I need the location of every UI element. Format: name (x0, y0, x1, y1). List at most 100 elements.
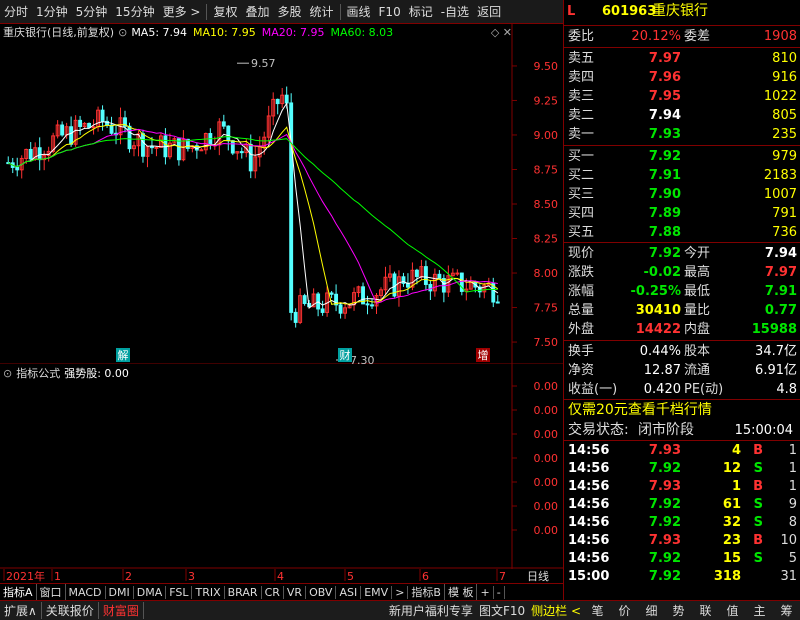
candle-body (69, 126, 74, 145)
indicator-tab[interactable]: 窗口 (37, 584, 66, 600)
bid-label: 买一 (568, 149, 595, 164)
ask-label: 卖五 (568, 51, 595, 66)
bid-price: 7.92 (648, 149, 681, 164)
indicator-tab[interactable]: 指标A (0, 584, 37, 600)
indicator-tab[interactable]: 模 板 (445, 584, 478, 600)
settings-icon[interactable]: ◇ ✕ (491, 26, 512, 39)
status-right-tab[interactable]: 笔 (584, 602, 611, 619)
stat-row: 总量 30410 量比 0.77 (564, 301, 800, 320)
indicator-tab[interactable]: CR (262, 585, 284, 599)
status-right-tab[interactable]: 势 (665, 602, 692, 619)
tick-side: B (753, 443, 763, 458)
status-middle-item[interactable]: 图文F10 (476, 602, 528, 619)
status-left-item[interactable]: 扩展∧ (0, 602, 42, 619)
bid-price: 7.91 (648, 168, 681, 183)
candle-body (320, 308, 325, 313)
candle-body (91, 126, 96, 129)
candle-body (150, 146, 154, 149)
indicator-tab[interactable]: ASI (336, 585, 362, 599)
indicator-tab[interactable]: FSL (166, 585, 193, 599)
x-tick-label: 4 (277, 570, 284, 583)
status-left-item[interactable]: 财富圈 (99, 602, 144, 619)
tick-volume: 32 (722, 515, 741, 530)
tick-price: 7.92 (648, 551, 681, 566)
stat-label: 换手 (568, 344, 595, 359)
bid-label: 买三 (568, 187, 595, 202)
stat-label: 股本 (684, 344, 711, 359)
status-right-tab[interactable]: 值 (719, 602, 746, 619)
toolbar-item[interactable]: 返回 (473, 3, 505, 20)
divider (564, 242, 800, 243)
stat-label: 流通 (684, 363, 711, 378)
weicha-label: 委差 (684, 29, 711, 44)
toolbar-item[interactable]: 统计 (306, 3, 338, 20)
status-middle-item[interactable]: 新用户福利专享 (386, 602, 476, 619)
status-right-tab[interactable]: 筹 (773, 602, 800, 619)
status-right-tab[interactable]: 细 (638, 602, 665, 619)
indicator-tab[interactable]: + (477, 585, 494, 599)
candle-body (199, 149, 204, 152)
stat-value: 7.94 (764, 246, 797, 261)
bid-price: 7.88 (648, 225, 681, 240)
toolbar-item[interactable]: 15分钟 (111, 3, 158, 20)
stat-row: 净资 12.87 流通 6.91亿 (564, 361, 800, 380)
indicator-tab[interactable]: VR (284, 585, 307, 599)
trade-time: 15:00:04 (734, 423, 793, 438)
stock-name: 重庆银行 (652, 3, 708, 19)
bid-volume: 1007 (763, 187, 797, 202)
indicator-tab[interactable]: BRAR (225, 585, 262, 599)
status-right-tab[interactable]: 价 (611, 602, 638, 619)
y-tick-label: 8.25 (534, 233, 559, 246)
toolbar-separator (339, 3, 341, 20)
y-tick-label: 0.00 (534, 380, 559, 393)
indicator-tab[interactable]: - (494, 585, 505, 599)
candle-body (87, 122, 92, 128)
ma10-label: MA10: 7.95 (193, 25, 256, 39)
tick-side: S (753, 551, 763, 566)
tick-count: 10 (780, 533, 797, 548)
indicator-menu-icon[interactable]: ⊙ (3, 367, 12, 380)
indicator-tab[interactable]: EMV (361, 585, 393, 599)
bid-row: 买一 7.92 979 (564, 147, 800, 166)
toolbar-item[interactable]: -自选 (437, 3, 473, 20)
toolbar-item[interactable]: 1分钟 (32, 3, 72, 20)
tick-volume: 4 (731, 443, 741, 458)
tick-count: 1 (788, 479, 797, 494)
status-right-tab[interactable]: 联 (692, 602, 719, 619)
indicator-tab[interactable]: MACD (66, 585, 106, 599)
indicator-tab[interactable]: OBV (306, 585, 337, 599)
status-middle-item[interactable]: 侧边栏 < (528, 602, 584, 619)
y-tick-label: 8.75 (534, 163, 559, 176)
stat-row: 收益(一) 0.420 PE(动) 4.8 (564, 380, 800, 399)
kline-chart[interactable]: 9.50 9.25 9.00 8.75 8.50 8.25 8.00 7.75 7.50 9.57… (0, 24, 563, 364)
toolbar-item[interactable]: 5分钟 (72, 3, 112, 20)
bid-label: 买四 (568, 206, 595, 221)
ma60-label: MA60: 8.03 (330, 25, 394, 39)
indicator-tab[interactable]: > (392, 585, 409, 599)
bid-row: 买五 7.88 736 (564, 223, 800, 242)
indicator-tab[interactable]: TRIX (192, 585, 225, 599)
toolbar-item[interactable]: F10 (375, 5, 405, 19)
indicator-chart[interactable]: 0.00 0.00 0.00 0.00 0.00 0.00 0.00 (0, 364, 563, 569)
toolbar-item[interactable]: 复权 (209, 3, 241, 20)
tick-price: 7.93 (648, 443, 681, 458)
indicator-tab[interactable]: DMA (134, 585, 167, 599)
tick-row: 14:56 7.92 15 S 5 (564, 549, 800, 568)
candle-body (28, 148, 33, 160)
status-right-tab[interactable]: 主 (746, 602, 773, 619)
weicha-value: 1908 (763, 29, 797, 44)
status-left-item[interactable]: 关联报价 (42, 602, 99, 619)
toolbar-item[interactable]: 分时 (0, 3, 32, 20)
chart-menu-icon[interactable]: ⊙ (118, 26, 127, 39)
indicator-tab[interactable]: DMI (106, 585, 134, 599)
toolbar-item[interactable]: 标记 (405, 3, 437, 20)
stat-label: 涨跌 (568, 265, 595, 280)
stat-label: 外盘 (568, 322, 595, 337)
toolbar-item[interactable]: 多股 (273, 3, 305, 20)
toolbar-item[interactable]: 叠加 (241, 3, 273, 20)
toolbar-item[interactable]: 画线 (343, 3, 375, 20)
indicator-tab[interactable]: 指标B (408, 584, 445, 600)
toolbar-item[interactable]: 更多 > (159, 3, 205, 20)
candle-body (423, 266, 428, 285)
promo-row[interactable]: 仅需20元查看千档行情 (564, 401, 800, 420)
